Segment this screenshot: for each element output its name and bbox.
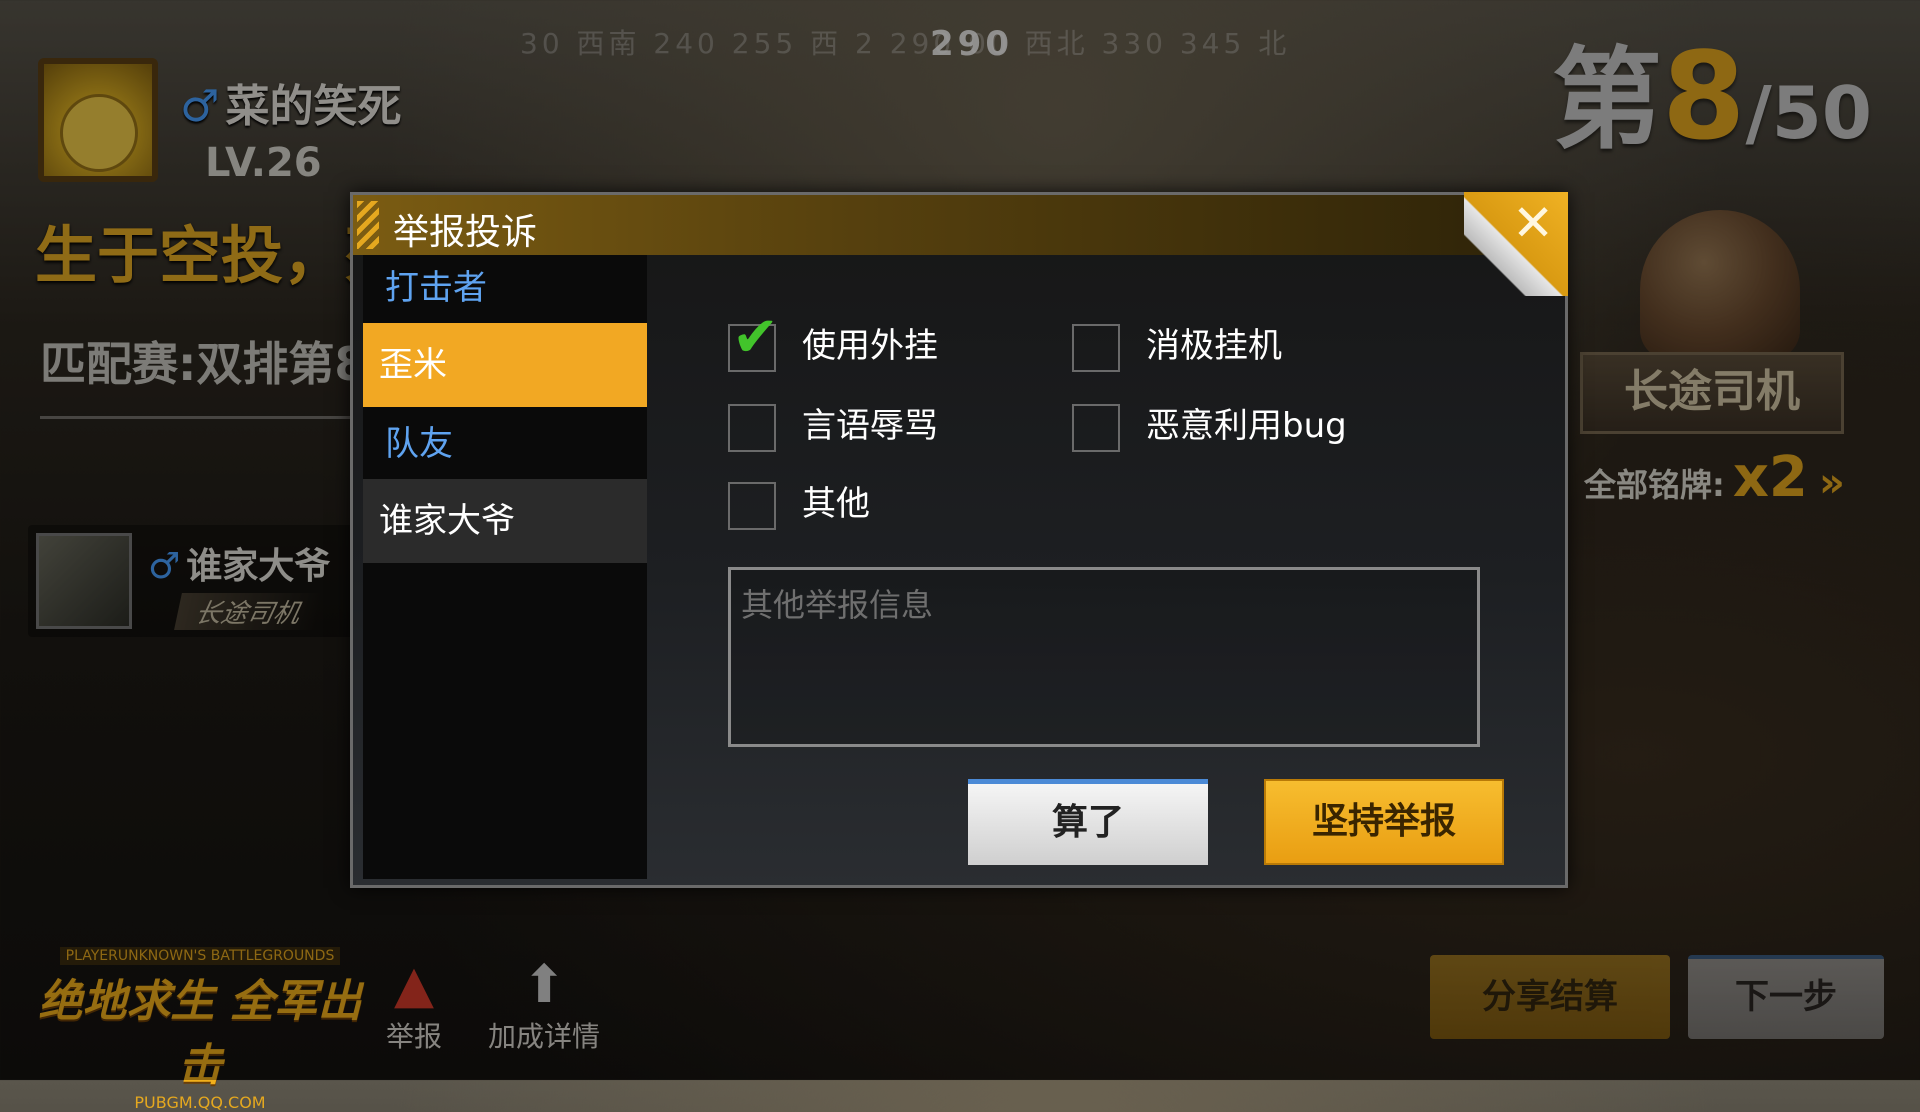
checkbox-other[interactable] <box>728 481 776 530</box>
player-list: 打击者 歪米 队友 谁家大爷 <box>363 255 647 879</box>
group-header-attacker: 打击者 <box>385 268 487 308</box>
header-stripe <box>357 201 379 249</box>
dialog-header: 举报投诉 <box>353 195 1565 255</box>
report-dialog: 举报投诉 ✕ 打击者 歪米 队友 谁家大爷 ✔ 使用外挂 消极挂机 言语辱骂 恶意… <box>350 192 1568 888</box>
checkmark-icon: ✔ <box>732 304 779 370</box>
close-button[interactable]: ✕ <box>1464 192 1568 296</box>
option-label: 言语辱骂 <box>802 406 938 446</box>
player-item-shuijiadaye[interactable]: 谁家大爷 <box>363 479 647 563</box>
game-logo-url: PUBGM.QQ.COM <box>134 1093 266 1112</box>
option-label: 其他 <box>802 484 870 524</box>
checkbox-cheating[interactable]: ✔ <box>728 307 779 372</box>
checkbox-bug-abuse[interactable] <box>1072 403 1120 452</box>
option-other[interactable]: 其他 <box>728 478 870 530</box>
option-label: 消极挂机 <box>1146 326 1282 366</box>
option-label: 使用外挂 <box>802 326 938 366</box>
option-label: 恶意利用bug <box>1146 406 1347 446</box>
option-cheating[interactable]: ✔ 使用外挂 <box>728 307 938 372</box>
group-header-teammates: 队友 <box>385 424 453 464</box>
option-afk[interactable]: 消极挂机 <box>1072 320 1282 372</box>
checkbox-afk[interactable] <box>1072 323 1120 372</box>
cancel-button[interactable]: 算了 <box>968 779 1208 865</box>
player-item-waimi[interactable]: 歪米 <box>363 323 647 407</box>
close-icon: ✕ <box>1512 194 1554 252</box>
confirm-report-button[interactable]: 坚持举报 <box>1264 779 1504 865</box>
option-bug-abuse[interactable]: 恶意利用bug <box>1072 400 1347 452</box>
option-verbal-abuse[interactable]: 言语辱骂 <box>728 400 938 452</box>
report-details-input[interactable]: 其他举报信息 <box>728 567 1480 747</box>
checkbox-verbal-abuse[interactable] <box>728 403 776 452</box>
dialog-title: 举报投诉 <box>393 212 538 253</box>
